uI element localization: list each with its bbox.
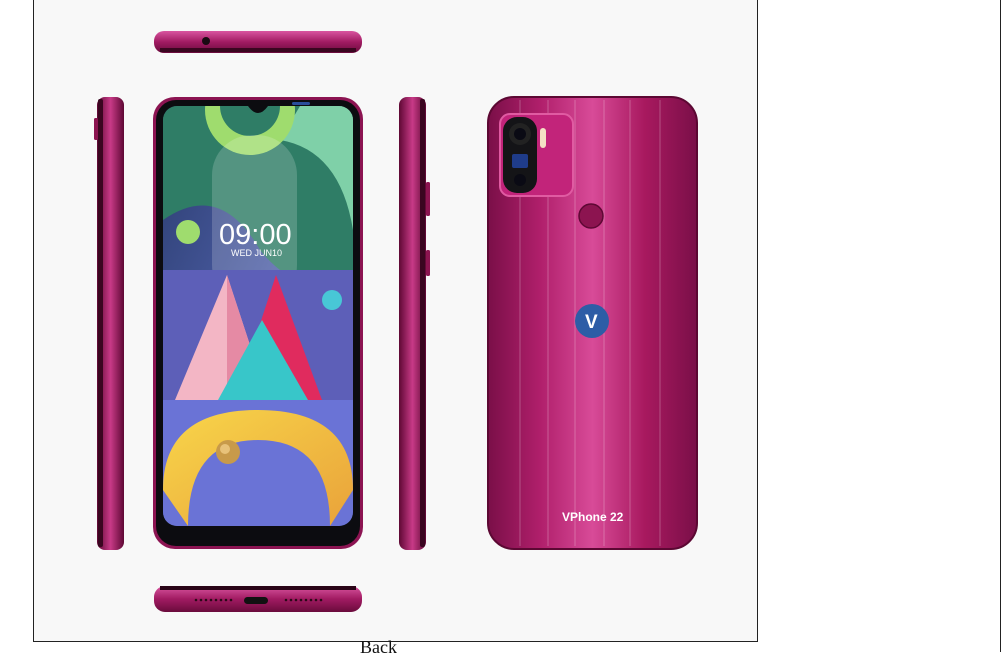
volume-button [426,182,430,216]
main-camera-lens-icon [514,128,526,140]
fingerprint-sensor-icon [578,203,604,229]
phone-front: 09:00 WED JUN10 [153,97,363,549]
headphone-jack-icon [202,37,210,45]
brand-logo-letter: V [585,312,598,333]
secondary-camera-icon [512,154,528,168]
earpiece-icon [292,102,310,105]
phone-bottom-edge [154,586,362,612]
phone-left-side [94,97,124,550]
lockscreen-wallpaper: 09:00 WED JUN10 [163,106,353,526]
power-button [426,250,430,276]
lockscreen-clock: 09:00 [219,219,292,251]
phone-back: V VPhone 22 [487,96,698,550]
depth-camera-icon [514,174,526,186]
phone-top-edge [154,31,362,53]
phone-illustration: 09:00 WED JUN10 V VPhone 22 [94,31,698,612]
model-label: VPhone 22 [562,510,624,524]
phone-right-side [399,97,430,550]
flash-icon [540,128,546,148]
lockscreen-date: WED JUN10 [231,248,282,258]
usb-port-icon [244,597,268,604]
